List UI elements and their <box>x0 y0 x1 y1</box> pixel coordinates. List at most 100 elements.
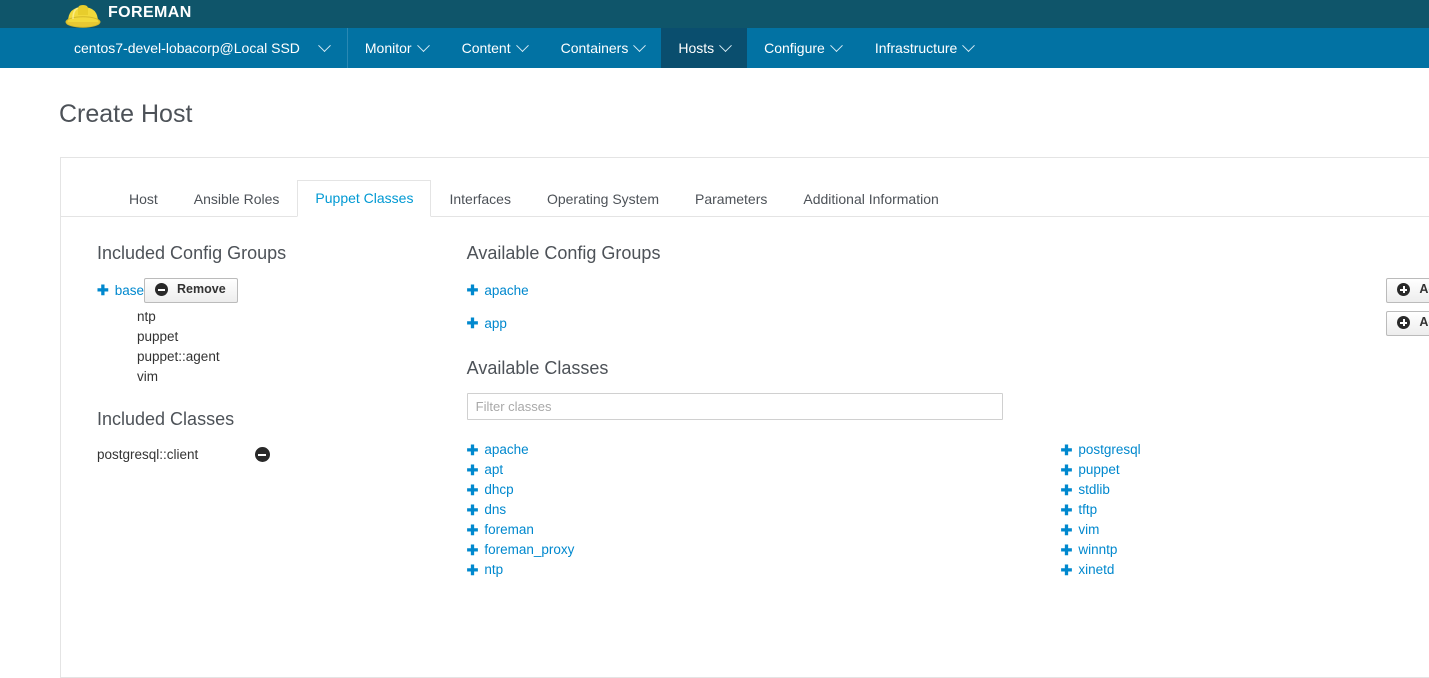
circle-minus-icon <box>155 283 169 297</box>
included-class-name: postgresql::client <box>97 447 199 463</box>
included-config-groups-list: ✚ base Remove ntp puppet puppet::agent vim <box>97 278 438 387</box>
filter-classes-input[interactable] <box>466 392 1003 420</box>
plus-icon: ✚ <box>466 315 479 332</box>
chevron-down-icon <box>829 38 843 52</box>
available-config-group-row: ✚ app Add <box>467 310 1429 336</box>
available-class-name: stdlib <box>1078 481 1110 497</box>
available-class-name: apt <box>484 461 504 477</box>
included-config-group-row: ✚ base Remove <box>97 278 438 303</box>
available-class-item[interactable]: ✚ xinetd <box>1061 560 1429 580</box>
nav-item-content[interactable]: Content <box>445 28 544 68</box>
available-class-item[interactable]: ✚ ntp <box>467 560 1061 580</box>
nav-item-label: Hosts <box>678 40 715 56</box>
remove-config-group-button[interactable]: Remove <box>144 278 238 303</box>
brand-name: FOREMAN <box>108 4 192 21</box>
chevron-down-icon <box>515 38 529 52</box>
plus-icon: ✚ <box>466 481 479 498</box>
available-class-item[interactable]: ✚ tftp <box>1061 500 1429 520</box>
remove-class-icon[interactable] <box>254 447 270 463</box>
nav-item-label: Configure <box>764 40 825 56</box>
available-class-link[interactable]: ✚ xinetd <box>1061 560 1115 580</box>
config-group-toggle[interactable]: ✚ base <box>97 283 144 298</box>
config-group-class-item: puppet::agent <box>137 348 220 364</box>
available-class-item[interactable]: ✚ foreman_proxy <box>467 540 1061 560</box>
plus-icon: ✚ <box>97 282 109 299</box>
chevron-down-icon <box>416 38 430 52</box>
nav-item-containers[interactable]: Containers <box>544 28 662 68</box>
plus-icon: ✚ <box>466 541 479 558</box>
available-class-link[interactable]: ✚ apache <box>467 440 529 460</box>
nav-item-hosts[interactable]: Hosts <box>661 28 748 68</box>
available-class-name: dhcp <box>484 481 514 497</box>
plus-icon: ✚ <box>1060 461 1073 478</box>
add-button-label: Add <box>1419 282 1429 296</box>
tab-interfaces[interactable]: Interfaces <box>431 181 528 217</box>
available-class-item[interactable]: ✚ apt <box>467 460 1061 480</box>
available-config-group-toggle[interactable]: ✚ app <box>467 316 507 331</box>
chevron-down-icon <box>318 38 331 52</box>
nav-item-label: Containers <box>560 40 629 56</box>
available-class-item[interactable]: ✚ dhcp <box>467 480 1061 500</box>
tab-operating-system[interactable]: Operating System <box>529 181 677 217</box>
organization-selector[interactable]: centos7-devel-lobacorp@Local SSD <box>0 28 348 68</box>
brand-bar: FOREMAN <box>0 0 1429 28</box>
available-classes-column-left: ✚ apache ✚ apt ✚ dhcp ✚ dns ✚ foreman ✚ foreman_pro… <box>467 440 1061 580</box>
available-config-groups-title: Available Config Groups <box>466 243 661 263</box>
available-class-link[interactable]: ✚ foreman <box>467 520 534 540</box>
available-class-link[interactable]: ✚ dns <box>467 500 507 520</box>
available-class-link[interactable]: ✚ ntp <box>467 560 504 580</box>
available-class-name: xinetd <box>1078 561 1115 577</box>
add-button-label: Add <box>1419 314 1429 329</box>
chevron-down-icon <box>633 38 647 52</box>
available-class-item[interactable]: ✚ foreman <box>467 520 1061 540</box>
available-class-item[interactable]: ✚ postgresql <box>1061 440 1429 460</box>
nav-item-configure[interactable]: Configure <box>747 28 858 68</box>
available-classes-columns: ✚ apache ✚ apt ✚ dhcp ✚ dns ✚ foreman ✚ foreman_pro… <box>467 440 1429 580</box>
plus-icon: ✚ <box>466 441 479 458</box>
available-class-item[interactable]: ✚ vim <box>1061 520 1429 540</box>
tab-ansible-roles[interactable]: Ansible Roles <box>176 181 298 217</box>
available-class-link[interactable]: ✚ winntp <box>1061 540 1118 560</box>
tab-additional-information[interactable]: Additional Information <box>785 181 956 217</box>
available-class-item[interactable]: ✚ winntp <box>1061 540 1429 560</box>
tab-parameters[interactable]: Parameters <box>677 181 785 217</box>
chevron-down-icon <box>719 38 732 52</box>
available-config-groups-list: ✚ apache Add ✚ app Add <box>467 278 1429 336</box>
available-class-name: puppet <box>1078 461 1120 477</box>
config-group-class-item: ntp <box>137 308 156 324</box>
available-class-item[interactable]: ✚ apache <box>467 440 1061 460</box>
config-group-class-item: puppet <box>137 328 179 344</box>
nav-item-monitor[interactable]: Monitor <box>348 28 445 68</box>
available-classes-title: Available Classes <box>466 357 609 378</box>
organization-selector-label: centos7-devel-lobacorp@Local SSD <box>74 40 300 56</box>
included-class-row: postgresql::client <box>97 444 438 466</box>
available-class-item[interactable]: ✚ stdlib <box>1061 480 1429 500</box>
left-pane: Included Config Groups ✚ base Remove ntp pup… <box>61 243 438 580</box>
available-class-link[interactable]: ✚ puppet <box>1061 460 1120 480</box>
available-config-group-toggle[interactable]: ✚ apache <box>467 283 529 298</box>
available-class-link[interactable]: ✚ apt <box>467 460 504 480</box>
available-class-link[interactable]: ✚ foreman_proxy <box>467 540 575 560</box>
puppet-classes-panes: Included Config Groups ✚ base Remove ntp pup… <box>61 217 1429 580</box>
available-class-link[interactable]: ✚ vim <box>1061 520 1100 540</box>
tab-bar: Host Ansible Roles Puppet Classes Interface… <box>61 158 1429 217</box>
available-class-link[interactable]: ✚ tftp <box>1061 500 1098 520</box>
included-config-groups-title: Included Config Groups <box>97 243 287 263</box>
nav-items: Monitor Content Containers Hosts Configure In… <box>348 28 990 68</box>
add-config-group-button[interactable]: Add <box>1386 278 1429 303</box>
plus-icon: ✚ <box>1060 441 1073 458</box>
config-group-class-list: ntp puppet puppet::agent vim <box>137 307 438 387</box>
available-class-link[interactable]: ✚ stdlib <box>1061 480 1110 500</box>
included-classes-title: Included Classes <box>97 408 235 429</box>
plus-icon: ✚ <box>1060 481 1073 498</box>
nav-item-infrastructure[interactable]: Infrastructure <box>858 28 990 68</box>
available-class-item[interactable]: ✚ dns <box>467 500 1061 520</box>
available-class-name: postgresql <box>1078 441 1141 457</box>
tab-host[interactable]: Host <box>111 181 176 217</box>
add-config-group-button[interactable]: Add <box>1386 310 1429 336</box>
available-class-link[interactable]: ✚ dhcp <box>467 480 514 500</box>
available-class-link[interactable]: ✚ postgresql <box>1061 440 1141 460</box>
available-class-name: foreman_proxy <box>484 541 575 557</box>
tab-puppet-classes[interactable]: Puppet Classes <box>297 180 432 217</box>
available-class-item[interactable]: ✚ puppet <box>1061 460 1429 480</box>
